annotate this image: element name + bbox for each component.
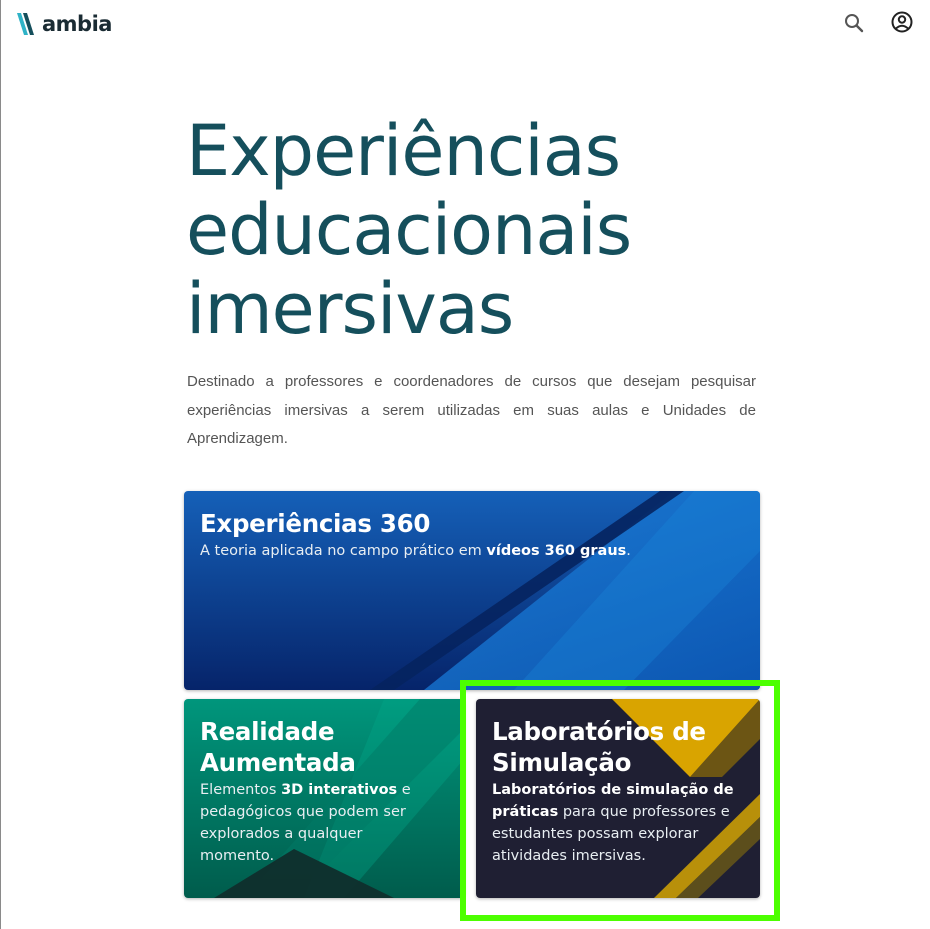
card-ra-description: Elementos 3D interativos e pedagógicos q… bbox=[200, 779, 440, 867]
search-button[interactable] bbox=[841, 10, 867, 36]
page-title: Experiências educacionais imersivas bbox=[186, 112, 786, 349]
card-360-description: A teoria aplicada no campo prático em ví… bbox=[200, 540, 750, 562]
page-description: Destinado a professores e coordenadores … bbox=[187, 373, 756, 447]
card-360-text-bold: vídeos 360 graus bbox=[486, 543, 627, 559]
card-ra-title-line-1: Realidade bbox=[200, 717, 335, 746]
card-360-title: Experiências 360 bbox=[200, 509, 431, 538]
page-title-line-1: Experiências bbox=[186, 110, 621, 192]
card-lab-title-line-2: Simulação bbox=[492, 748, 632, 777]
card-experiencias-360[interactable]: Experiências 360 A teoria aplicada no ca… bbox=[184, 491, 760, 690]
card-360-text-2: . bbox=[626, 543, 631, 559]
card-ra-title-line-2: Aumentada bbox=[200, 748, 356, 777]
card-realidade-aumentada[interactable]: Realidade Aumentada Elementos 3D interati… bbox=[184, 699, 464, 898]
card-lab-description: Laboratórios de simulação de práticas pa… bbox=[492, 779, 752, 867]
page-title-line-2: educacionais bbox=[186, 189, 632, 271]
card-lab-title-line-1: Laboratórios de bbox=[492, 717, 706, 746]
card-ra-title: Realidade Aumentada bbox=[200, 716, 356, 778]
logo-text: ambia bbox=[42, 12, 112, 36]
search-icon bbox=[845, 14, 864, 33]
card-ra-text-bold: 3D interativos bbox=[281, 782, 398, 798]
page-title-line-3: imersivas bbox=[186, 268, 514, 350]
card-lab-title: Laboratórios de Simulação bbox=[492, 716, 706, 778]
card-360-text-1: A teoria aplicada no campo prático em bbox=[200, 543, 487, 559]
card-ra-text-1: Elementos bbox=[200, 782, 282, 798]
account-circle-icon bbox=[891, 11, 913, 33]
ambia-logo[interactable]: ambia bbox=[17, 10, 112, 38]
ambia-logo-mark-icon bbox=[17, 13, 34, 35]
card-laboratorios-simulacao[interactable]: Laboratórios de Simulação Laboratórios de… bbox=[476, 699, 760, 898]
window-left-border bbox=[0, 0, 1, 929]
account-button[interactable] bbox=[889, 9, 915, 35]
